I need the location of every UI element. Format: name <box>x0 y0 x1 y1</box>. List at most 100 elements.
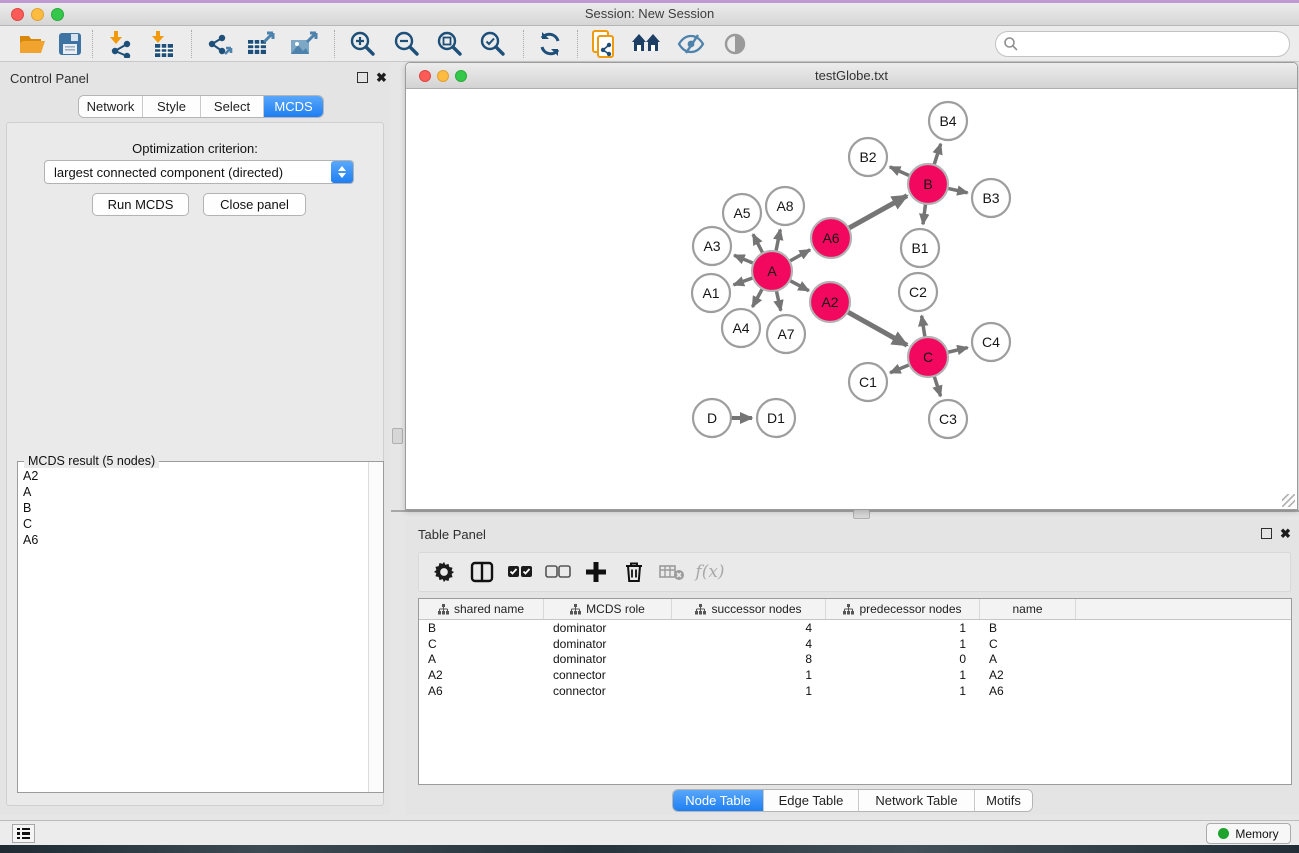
edge-A2-C[interactable] <box>847 312 907 345</box>
edge-A6-B[interactable] <box>848 196 907 229</box>
close-panel-button[interactable]: Close panel <box>203 193 306 216</box>
edge-C-C3[interactable] <box>934 376 940 396</box>
table-row[interactable]: Cdominator41C <box>419 636 1291 652</box>
close-window-button[interactable] <box>11 8 24 21</box>
optimization-criterion-select[interactable]: largest connected component (directed) <box>44 160 354 184</box>
column-header-shared-name[interactable]: shared name <box>419 599 544 619</box>
zoom-selected-icon[interactable] <box>477 29 509 59</box>
edge-C-C2[interactable] <box>922 316 925 338</box>
edge-B-B2[interactable] <box>890 167 910 176</box>
node-label-B1: B1 <box>911 240 928 256</box>
edge-A-A5[interactable] <box>753 234 763 253</box>
tab-mcds[interactable]: MCDS <box>264 96 323 117</box>
refresh-icon[interactable] <box>534 29 566 59</box>
delete-column-icon[interactable] <box>615 553 653 591</box>
edge-A-A2[interactable] <box>790 280 809 290</box>
network-window-titlebar[interactable]: testGlobe.txt <box>406 63 1297 89</box>
result-item[interactable]: A2 <box>23 468 368 484</box>
zoom-in-icon[interactable] <box>347 29 379 59</box>
node-table[interactable]: shared nameMCDS rolesuccessor nodesprede… <box>418 598 1292 785</box>
close-panel-icon[interactable]: ✖ <box>376 72 387 83</box>
table-row[interactable]: A2connector11A2 <box>419 667 1291 683</box>
network-window-title: testGlobe.txt <box>406 63 1297 88</box>
result-item[interactable]: B <box>23 500 368 516</box>
column-header-successor-nodes[interactable]: successor nodes <box>672 599 826 619</box>
column-header-MCDS-role[interactable]: MCDS role <box>544 599 672 619</box>
edge-B-B4[interactable] <box>934 144 941 165</box>
net-close-button[interactable] <box>419 70 431 82</box>
export-table-icon[interactable] <box>245 29 277 59</box>
edge-A-A1[interactable] <box>734 278 754 285</box>
mcds-tab-content: Optimization criterion: largest connecte… <box>6 122 384 806</box>
table-close-icon[interactable]: ✖ <box>1280 528 1291 539</box>
export-network-icon[interactable] <box>203 29 235 59</box>
search-field[interactable] <box>995 31 1290 57</box>
result-item[interactable]: A6 <box>23 532 368 548</box>
tab-node-table[interactable]: Node Table <box>673 790 764 811</box>
edge-B-B3[interactable] <box>948 188 968 192</box>
task-history-button[interactable] <box>12 824 35 843</box>
select-stepper-icon <box>331 161 353 183</box>
table-float-icon[interactable] <box>1261 528 1272 539</box>
maximize-window-button[interactable] <box>51 8 64 21</box>
clone-network-icon[interactable] <box>588 29 620 59</box>
tab-select[interactable]: Select <box>201 96 264 117</box>
float-panel-icon[interactable] <box>357 72 368 83</box>
tab-network[interactable]: Network <box>79 96 143 117</box>
table-cell: 4 <box>672 621 826 635</box>
hide-eye-icon[interactable] <box>675 29 707 59</box>
node-label-A7: A7 <box>777 326 794 342</box>
table-cell: 1 <box>826 668 980 682</box>
horizontal-splitter-grip[interactable] <box>853 509 870 519</box>
deselect-all-checkboxes-icon[interactable] <box>539 553 577 591</box>
memory-button[interactable]: Memory <box>1206 823 1291 844</box>
edge-A-A4[interactable] <box>752 289 762 307</box>
search-input[interactable] <box>1019 37 1289 51</box>
gear-icon[interactable] <box>425 553 463 591</box>
column-header-name[interactable]: name <box>980 599 1076 619</box>
import-network-icon[interactable] <box>104 29 136 59</box>
run-mcds-button[interactable]: Run MCDS <box>92 193 189 216</box>
edge-A-A3[interactable] <box>734 255 753 263</box>
node-label-B4: B4 <box>939 113 956 129</box>
table-cell: 0 <box>826 652 980 666</box>
edge-A-A6[interactable] <box>789 250 810 262</box>
table-cell: connector <box>544 668 672 682</box>
edge-C-C1[interactable] <box>890 365 909 373</box>
result-item[interactable]: A <box>23 484 368 500</box>
edge-C-C4[interactable] <box>947 348 967 353</box>
network-graph-canvas[interactable]: B4B2BB3A8A5A6A3B1AC2A1A2A4A7C4CC1C3DD1 <box>406 89 1297 509</box>
zoom-fit-icon[interactable] <box>434 29 466 59</box>
select-all-checkboxes-icon[interactable] <box>501 553 539 591</box>
mcds-result-list[interactable]: A2ABCA6 <box>18 464 368 792</box>
tab-motifs[interactable]: Motifs <box>975 790 1032 811</box>
edge-A-A8[interactable] <box>776 230 780 252</box>
window-resize-grip[interactable] <box>1282 494 1295 507</box>
add-column-icon[interactable] <box>577 553 615 591</box>
table-cell: B <box>419 621 544 635</box>
import-table-icon[interactable] <box>146 29 178 59</box>
tab-style[interactable]: Style <box>143 96 201 117</box>
table-cell: 1 <box>826 621 980 635</box>
edge-A-A7[interactable] <box>776 291 780 311</box>
save-icon[interactable] <box>54 29 86 59</box>
column-header-predecessor-nodes[interactable]: predecessor nodes <box>826 599 980 619</box>
tab-edge-table[interactable]: Edge Table <box>764 790 859 811</box>
open-folder-icon[interactable] <box>16 29 48 59</box>
net-minimize-button[interactable] <box>437 70 449 82</box>
table-row[interactable]: Bdominator41B <box>419 620 1291 636</box>
zoom-out-icon[interactable] <box>391 29 423 59</box>
minimize-window-button[interactable] <box>31 8 44 21</box>
edge-B-B1[interactable] <box>923 204 926 224</box>
columns-icon[interactable] <box>463 553 501 591</box>
tab-network-table[interactable]: Network Table <box>859 790 975 811</box>
result-item[interactable]: C <box>23 516 368 532</box>
result-scrollbar[interactable] <box>368 462 383 792</box>
table-row[interactable]: A6connector11A6 <box>419 683 1291 699</box>
export-image-icon[interactable] <box>288 29 320 59</box>
net-maximize-button[interactable] <box>455 70 467 82</box>
home-icon[interactable] <box>631 29 663 59</box>
table-row[interactable]: Adominator80A <box>419 652 1291 668</box>
horizontal-splitter[interactable] <box>391 510 1299 512</box>
vertical-splitter-grip[interactable] <box>392 428 403 444</box>
